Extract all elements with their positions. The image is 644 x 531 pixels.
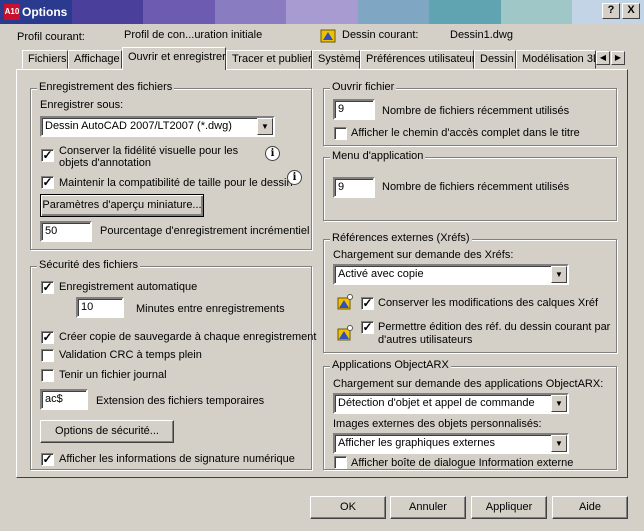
- chevron-down-icon[interactable]: ▼: [551, 266, 567, 283]
- xref-edit-icon: [337, 325, 353, 341]
- checkmark-icon: ✓: [362, 320, 373, 334]
- checkmark-icon: ✓: [362, 296, 373, 310]
- incremental-save-label: Pourcentage d'enregistrement incrémentie…: [100, 225, 310, 237]
- drawing-icon: [320, 29, 336, 43]
- title-bar-strip: [500, 0, 573, 24]
- crc-validation-label: Validation CRC à temps plein: [59, 349, 202, 361]
- current-profile-value: Profil de con...uration initiale: [124, 29, 263, 41]
- temp-extension-input[interactable]: ac$: [40, 389, 88, 410]
- keep-xref-layers-label: Conserver les modifications des calques …: [378, 297, 599, 309]
- log-file-label: Tenir un fichier journal: [59, 369, 167, 381]
- current-profile-label: Profil courant:: [17, 31, 85, 43]
- checkmark-icon: ✓: [42, 452, 53, 466]
- keep-fidelity-checkbox[interactable]: ✓: [41, 148, 54, 162]
- app-menu-recent-input[interactable]: 9: [333, 177, 375, 198]
- recent-files-input[interactable]: 9: [333, 99, 375, 120]
- chevron-down-icon[interactable]: ▼: [551, 435, 567, 452]
- keep-size-label: Maintenir la compatibilité de taille pou…: [59, 177, 293, 189]
- digital-signature-label: Afficher les informations de signature n…: [59, 453, 295, 465]
- tab-open-save[interactable]: Ouvrir et enregistrer: [122, 47, 226, 70]
- autosave-label: Enregistrement automatique: [59, 281, 198, 293]
- proxy-images-select[interactable]: Afficher les graphiques externes ▼: [333, 433, 569, 454]
- title-bar-strip: [286, 0, 359, 24]
- app-menu-recent-label: Nombre de fichiers récemment utilisés: [382, 181, 570, 193]
- full-path-checkbox[interactable]: [334, 127, 347, 140]
- checkmark-icon: ✓: [42, 280, 53, 294]
- tab-scroll-left-icon[interactable]: ◀: [596, 51, 610, 65]
- save-as-label: Enregistrer sous:: [40, 99, 124, 111]
- help-title-button[interactable]: ?: [602, 3, 620, 19]
- save-as-value: Dessin AutoCAD 2007/LT2007 (*.dwg): [45, 120, 232, 132]
- apply-button[interactable]: Appliquer: [471, 496, 547, 519]
- digital-signature-checkbox[interactable]: ✓: [41, 452, 54, 466]
- checkmark-icon: ✓: [42, 148, 53, 162]
- arx-demand-select[interactable]: Détection d'objet et appel de commande ▼: [333, 393, 569, 414]
- temp-extension-label: Extension des fichiers temporaires: [96, 395, 265, 407]
- log-file-checkbox[interactable]: [41, 369, 54, 382]
- allow-edit-xref-label: Permettre édition des réf. du dessin cou…: [378, 321, 611, 346]
- title-bar-strip: [429, 0, 502, 24]
- recent-files-label: Nombre de fichiers récemment utilisés: [382, 105, 570, 117]
- checkmark-icon: ✓: [42, 330, 53, 344]
- info-icon[interactable]: i: [287, 170, 302, 185]
- tab-drafting[interactable]: Dessin: [474, 50, 516, 69]
- proxy-dialog-label: Afficher boîte de dialogue Information e…: [351, 457, 574, 469]
- crc-validation-checkbox[interactable]: [41, 349, 54, 362]
- file-safety-group-title: Sécurité des fichiers: [37, 259, 141, 271]
- checkmark-icon: ✓: [42, 175, 53, 189]
- title-bar-strip: [71, 0, 144, 24]
- arx-demand-label: Chargement sur demande des applications …: [333, 378, 604, 390]
- tab-display[interactable]: Affichage: [68, 50, 122, 69]
- thumbnail-settings-button[interactable]: Paramètres d'aperçu miniature...: [40, 194, 204, 217]
- title-bar-strip: [357, 0, 430, 24]
- tab-files[interactable]: Fichiers: [22, 50, 68, 69]
- chevron-down-icon[interactable]: ▼: [551, 395, 567, 412]
- autosave-checkbox[interactable]: ✓: [41, 280, 54, 294]
- tab-3d-modeling[interactable]: Modélisation 3D: [516, 50, 596, 69]
- xref-layer-icon: [337, 294, 353, 310]
- tab-user-preferences[interactable]: Préférences utilisateur: [360, 50, 475, 69]
- autosave-minutes-input[interactable]: 10: [76, 297, 124, 318]
- keep-size-checkbox[interactable]: ✓: [41, 175, 54, 189]
- arx-demand-value: Détection d'objet et appel de commande: [338, 397, 535, 409]
- cancel-button[interactable]: Annuler: [390, 496, 466, 519]
- xref-group-title: Références externes (Xréfs): [330, 232, 472, 244]
- incremental-save-input[interactable]: 50: [40, 221, 92, 242]
- window-title: Options: [22, 5, 68, 19]
- title-bar: A10 Options ? X: [0, 0, 644, 24]
- tab-system[interactable]: Système: [312, 50, 361, 69]
- security-options-button[interactable]: Options de sécurité...: [40, 420, 174, 443]
- backup-copy-checkbox[interactable]: ✓: [41, 330, 54, 344]
- app-menu-group-title: Menu d'application: [330, 150, 426, 162]
- xref-demand-value: Activé avec copie: [338, 268, 424, 280]
- ok-button[interactable]: OK: [310, 496, 386, 519]
- xref-demand-select[interactable]: Activé avec copie ▼: [333, 264, 569, 285]
- info-icon[interactable]: i: [265, 146, 280, 161]
- backup-copy-label: Créer copie de sauvegarde à chaque enreg…: [59, 331, 317, 343]
- objectarx-group-title: Applications ObjectARX: [330, 359, 451, 371]
- autosave-minutes-label: Minutes entre enregistrements: [136, 303, 285, 315]
- file-open-group-title: Ouvrir fichier: [330, 81, 397, 93]
- allow-edit-xref-checkbox[interactable]: ✓: [361, 320, 374, 334]
- help-button[interactable]: Aide: [552, 496, 628, 519]
- chevron-down-icon[interactable]: ▼: [257, 118, 273, 135]
- keep-fidelity-label: Conserver la fidélité visuelle pour les …: [59, 145, 239, 169]
- file-save-group-title: Enregistrement des fichiers: [37, 81, 175, 93]
- xref-demand-label: Chargement sur demande des Xréfs:: [333, 249, 514, 261]
- full-path-label: Afficher le chemin d'accès complet dans …: [351, 127, 580, 139]
- proxy-dialog-checkbox[interactable]: [334, 456, 347, 469]
- close-button[interactable]: X: [622, 3, 640, 19]
- tab-scroll-right-icon[interactable]: ▶: [611, 51, 625, 65]
- tab-plot-publish[interactable]: Tracer et publier: [226, 50, 312, 69]
- proxy-images-value: Afficher les graphiques externes: [338, 437, 495, 449]
- app-icon: A10: [4, 4, 20, 20]
- current-drawing-value: Dessin1.dwg: [450, 29, 513, 41]
- title-bar-strip: [214, 0, 287, 24]
- save-as-select[interactable]: Dessin AutoCAD 2007/LT2007 (*.dwg) ▼: [40, 116, 275, 137]
- current-drawing-label: Dessin courant:: [342, 29, 419, 41]
- proxy-images-label: Images externes des objets personnalisés…: [333, 418, 542, 430]
- keep-xref-layers-checkbox[interactable]: ✓: [361, 296, 374, 310]
- title-bar-strip: [143, 0, 216, 24]
